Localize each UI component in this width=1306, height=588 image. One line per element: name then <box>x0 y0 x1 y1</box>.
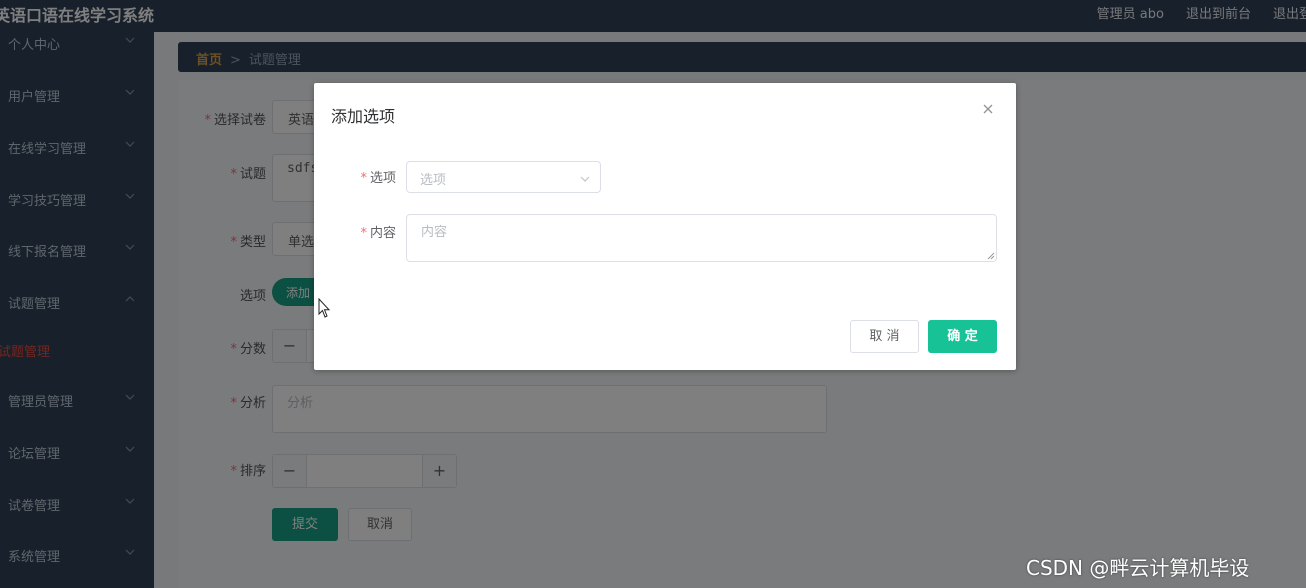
content-placeholder: 内容 <box>421 225 448 240</box>
option-field-label: * 选项 <box>360 171 396 186</box>
watermark: CSDN @畔云计算机毕设 <box>1026 556 1250 580</box>
dialog-confirm-button[interactable]: 确 定 <box>928 320 997 353</box>
resize-grip-icon[interactable] <box>987 252 995 260</box>
option-select[interactable]: 选项 <box>406 161 601 193</box>
add-option-dialog: 添加选项 * 选项 选项 * 内容 内容 取 消 确 定 <box>314 83 1016 370</box>
content-textarea[interactable]: 内容 <box>406 214 997 262</box>
content-field-label: * 内容 <box>360 226 396 241</box>
chevron-down-icon <box>580 176 590 182</box>
dialog-cancel-button[interactable]: 取 消 <box>850 320 919 353</box>
mouse-cursor-icon <box>318 298 331 318</box>
close-icon[interactable] <box>980 101 996 117</box>
option-select-placeholder: 选项 <box>420 173 447 188</box>
dialog-title: 添加选项 <box>331 107 396 126</box>
